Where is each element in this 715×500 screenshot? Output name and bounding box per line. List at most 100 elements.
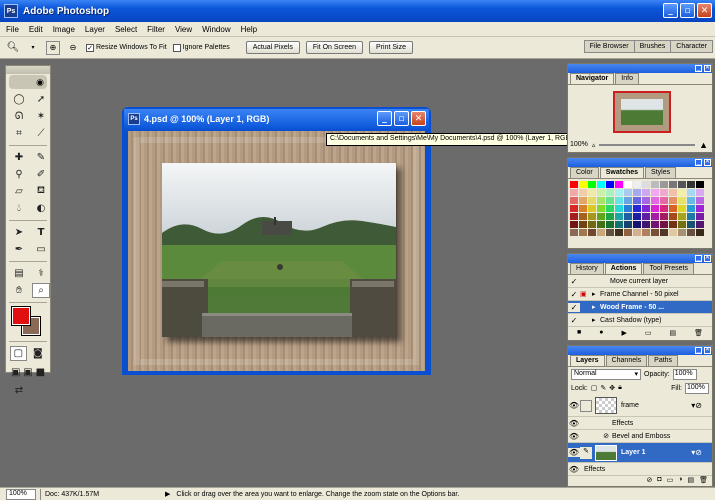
play-icon[interactable]: ▶	[621, 329, 626, 337]
actual-pixels-button[interactable]: Actual Pixels	[245, 41, 300, 54]
swatch[interactable]	[588, 213, 596, 220]
swatch[interactable]	[624, 181, 632, 188]
swatch[interactable]	[696, 205, 704, 212]
layer-row-layer1[interactable]: 👁︎ ✎ Layer 1 ▾⊘	[568, 443, 712, 463]
action-item[interactable]: ✓ ▣ ▸ Frame Channel - 50 pixel	[568, 288, 712, 301]
swatch[interactable]	[651, 229, 659, 236]
layer-effects-row[interactable]: 👁︎ Effects	[568, 417, 712, 430]
swatch[interactable]	[669, 221, 677, 228]
fit-on-screen-button[interactable]: Fit On Screen	[305, 41, 364, 54]
brush-tool-icon[interactable]: ✎	[32, 150, 50, 165]
tab-actions[interactable]: Actions	[604, 263, 643, 274]
history-brush-tool-icon[interactable]: ✐	[32, 167, 50, 182]
swatch[interactable]	[606, 189, 614, 196]
swatch[interactable]	[696, 197, 704, 204]
navigator-thumbnail[interactable]	[613, 91, 671, 133]
image-canvas[interactable]	[128, 131, 425, 371]
new-set-icon[interactable]: ▭	[645, 329, 652, 337]
eye-icon[interactable]: 👁︎	[568, 419, 580, 428]
zoom-in-icon[interactable]: ⊕	[46, 40, 60, 55]
zoom-out-icon[interactable]: ⊖	[66, 41, 80, 55]
swatch[interactable]	[606, 221, 614, 228]
swatch[interactable]	[570, 205, 578, 212]
new-layer-icon[interactable]: ▤	[687, 476, 694, 486]
swatch[interactable]	[606, 229, 614, 236]
swatch[interactable]	[588, 181, 596, 188]
maximize-button[interactable]: ▫	[680, 3, 695, 18]
layer-row-frame[interactable]: 👁︎ frame ▾⊘	[568, 395, 712, 417]
palette-header[interactable]: _ ✕	[568, 158, 712, 167]
swatch[interactable]	[660, 181, 668, 188]
swatch[interactable]	[570, 221, 578, 228]
swatch[interactable]	[687, 229, 695, 236]
swatch[interactable]	[660, 205, 668, 212]
swatch[interactable]	[696, 221, 704, 228]
dodge-tool-icon[interactable]: ◐	[32, 201, 50, 216]
brush-icon[interactable]: ✎	[580, 446, 592, 459]
screen-mode-full-menu-icon[interactable]: ▣	[22, 365, 33, 380]
swatch-grid[interactable]	[568, 179, 712, 238]
swatch[interactable]	[588, 205, 596, 212]
swatch[interactable]	[660, 197, 668, 204]
swatch[interactable]	[624, 189, 632, 196]
swatch[interactable]	[651, 205, 659, 212]
swatch[interactable]	[633, 205, 641, 212]
swatch[interactable]	[660, 221, 668, 228]
screen-mode-full-icon[interactable]: ■	[35, 365, 46, 380]
swatch[interactable]	[615, 197, 623, 204]
doc-minimize-button[interactable]: _	[377, 111, 392, 126]
tab-paths[interactable]: Paths	[648, 355, 679, 366]
swatch[interactable]	[588, 197, 596, 204]
screen-mode-standard-icon[interactable]: ▣	[10, 365, 21, 380]
eyedropper-tool-icon[interactable]: ⚕	[32, 266, 50, 281]
swatch[interactable]	[633, 197, 641, 204]
delete-icon[interactable]: 🗑︎	[694, 329, 703, 337]
delete-layer-icon[interactable]: 🗑︎	[699, 476, 708, 486]
swatch[interactable]	[678, 213, 686, 220]
swatch[interactable]	[606, 205, 614, 212]
swatch[interactable]	[651, 181, 659, 188]
menu-view[interactable]: View	[175, 25, 192, 34]
tab-swatches[interactable]: Swatches	[599, 167, 645, 178]
link-icon[interactable]	[580, 399, 592, 412]
swatch[interactable]	[588, 221, 596, 228]
swatch[interactable]	[642, 189, 650, 196]
swatch[interactable]	[678, 221, 686, 228]
navigator-zoom-out-icon[interactable]: ▵	[592, 141, 596, 149]
hand-tool-icon[interactable]: ✋︎	[10, 283, 28, 298]
navigator-zoom[interactable]: 100%	[570, 141, 588, 148]
print-size-button[interactable]: Print Size	[369, 41, 413, 54]
shape-tool-icon[interactable]: ▭	[32, 242, 50, 257]
swatch[interactable]	[588, 189, 596, 196]
swatch[interactable]	[687, 213, 695, 220]
swatch[interactable]	[651, 221, 659, 228]
swatch[interactable]	[624, 205, 632, 212]
swatch[interactable]	[570, 229, 578, 236]
path-selection-tool-icon[interactable]: ➤	[10, 225, 28, 240]
healing-brush-tool-icon[interactable]: ✚	[10, 150, 28, 165]
layer-effects-icon[interactable]: ▾⊘	[691, 448, 702, 457]
eye-icon[interactable]: 👁︎	[568, 432, 580, 441]
swatch[interactable]	[624, 221, 632, 228]
menu-window[interactable]: Window	[202, 25, 230, 34]
tab-layers[interactable]: Layers	[570, 355, 605, 366]
swatch[interactable]	[579, 197, 587, 204]
swatch[interactable]	[597, 221, 605, 228]
menu-filter[interactable]: Filter	[147, 25, 165, 34]
layer-effects-row[interactable]: 👁︎ Effects	[568, 463, 712, 476]
swatch[interactable]	[669, 229, 677, 236]
swatch[interactable]	[597, 197, 605, 204]
marquee-tool-icon[interactable]: ◯	[10, 92, 28, 107]
swatch[interactable]	[570, 181, 578, 188]
tab-info[interactable]: Info	[615, 73, 639, 84]
swatch[interactable]	[651, 197, 659, 204]
close-button[interactable]: ✕	[697, 3, 712, 18]
action-item[interactable]: ✓ Move current layer	[568, 275, 712, 288]
resize-windows-checkbox[interactable]: ✓ Resize Windows To Fit	[86, 43, 167, 52]
swatch[interactable]	[615, 221, 623, 228]
swatch[interactable]	[696, 229, 704, 236]
swatch[interactable]	[687, 189, 695, 196]
swatch[interactable]	[633, 229, 641, 236]
magic-wand-tool-icon[interactable]: ✶	[32, 109, 50, 124]
swatch[interactable]	[669, 181, 677, 188]
